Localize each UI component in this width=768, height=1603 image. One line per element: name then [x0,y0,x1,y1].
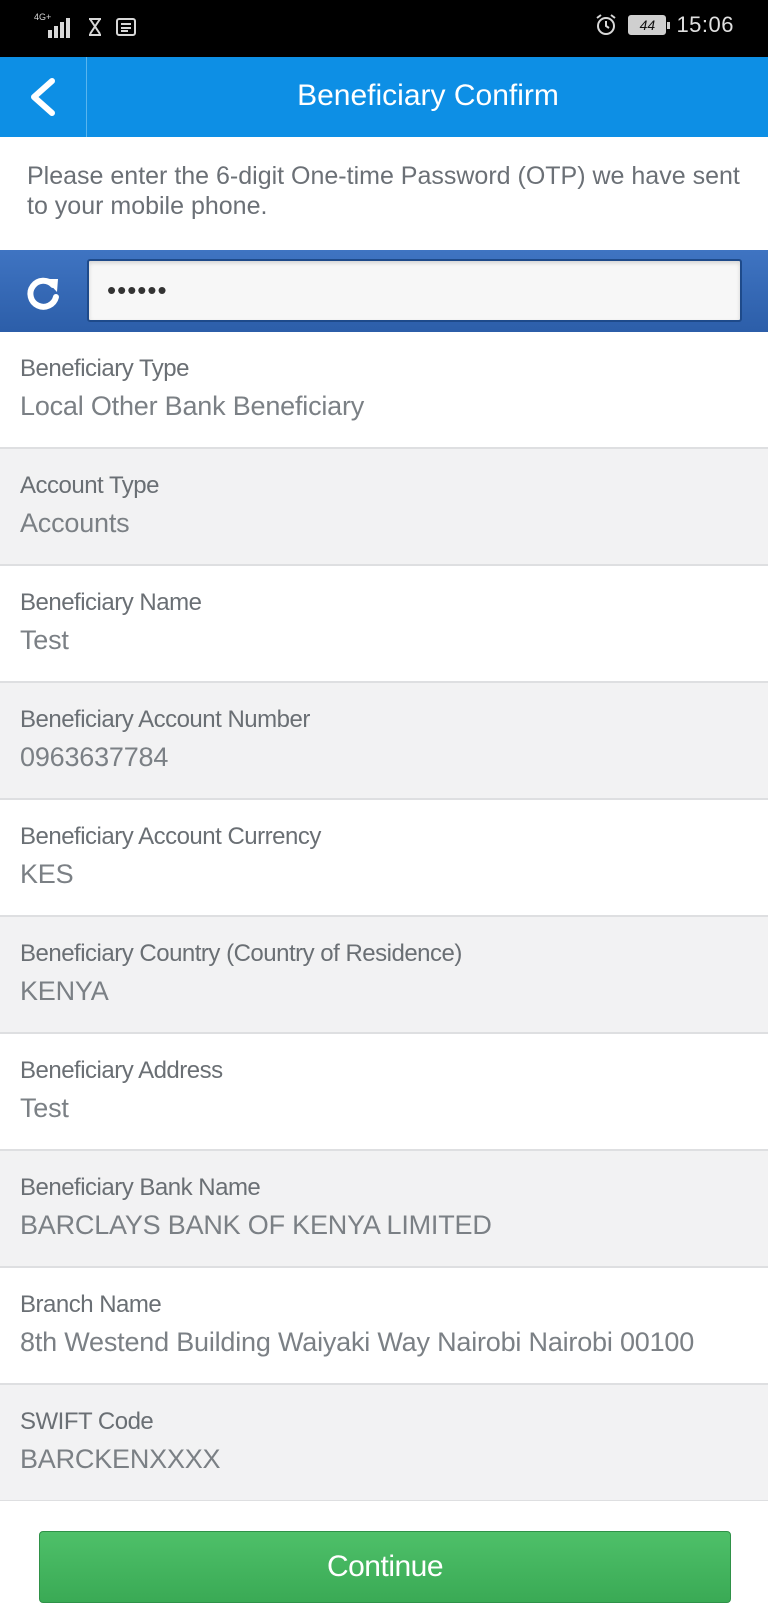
detail-label: Beneficiary Type [20,355,190,382]
app-bar: Beneficiary Confirm [0,57,768,137]
detail-label: Beneficiary Address [20,1057,223,1084]
status-time: 15:06 [676,12,734,37]
detail-row-bank-name: Beneficiary Bank Name BARCLAYS BANK OF K… [0,1151,768,1268]
detail-label: Beneficiary Bank Name [20,1174,261,1201]
detail-row-branch-name: Branch Name 8th Westend Building Waiyaki… [0,1268,768,1385]
detail-row-address: Beneficiary Address Test [0,1034,768,1151]
continue-area: Continue [0,1501,768,1603]
detail-label: Beneficiary Account Currency [20,823,321,850]
otp-input[interactable] [87,259,742,322]
detail-label: Beneficiary Account Number [20,706,310,733]
chevron-left-icon [31,78,55,116]
otp-instructions: Please enter the 6-digit One-time Passwo… [0,137,768,250]
detail-value: Local Other Bank Beneficiary [20,391,365,421]
detail-label: SWIFT Code [20,1408,154,1435]
battery-icon: 44 [628,15,671,35]
hourglass-icon [89,18,101,36]
alarm-icon [596,14,617,35]
refresh-otp-button[interactable] [14,264,72,322]
beneficiary-details: Beneficiary Type Local Other Bank Benefi… [0,332,768,1502]
detail-value: Accounts [20,508,130,538]
refresh-icon [27,277,59,310]
network-label: 4G+ [34,12,52,22]
detail-value: KENYA [20,976,109,1006]
detail-row-beneficiary-name: Beneficiary Name Test [0,566,768,683]
detail-label: Account Type [20,472,159,499]
otp-bar [0,250,768,332]
detail-value: 0963637784 [20,742,169,772]
detail-row-country: Beneficiary Country (Country of Residenc… [0,917,768,1034]
battery-level: 44 [639,17,656,33]
page-title: Beneficiary Confirm [297,79,559,112]
message-icon [116,18,136,36]
continue-button[interactable]: Continue [39,1531,731,1603]
detail-value: Test [20,625,69,655]
detail-label: Beneficiary Name [20,589,202,616]
detail-row-account-number: Beneficiary Account Number 0963637784 [0,683,768,800]
detail-label: Beneficiary Country (Country of Residenc… [20,940,462,967]
status-left: 4G+ [34,12,136,40]
back-button[interactable] [0,57,87,137]
status-bar: 4G+ 44 15:06 [0,0,768,57]
detail-value: KES [20,859,74,889]
detail-value: BARCKENXXXX [20,1444,221,1474]
detail-value: 8th Westend Building Waiyaki Way Nairobi… [20,1327,695,1357]
status-right: 44 15:06 [594,12,734,38]
detail-row-swift-code: SWIFT Code BARCKENXXXX [0,1385,768,1502]
detail-label: Branch Name [20,1291,162,1318]
detail-value: Test [20,1093,69,1123]
signal-icon: 4G+ [34,12,74,40]
detail-row-account-type: Account Type Accounts [0,449,768,566]
detail-row-account-currency: Beneficiary Account Currency KES [0,800,768,917]
detail-row-beneficiary-type: Beneficiary Type Local Other Bank Benefi… [0,332,768,449]
detail-value: BARCLAYS BANK OF KENYA LIMITED [20,1210,492,1240]
